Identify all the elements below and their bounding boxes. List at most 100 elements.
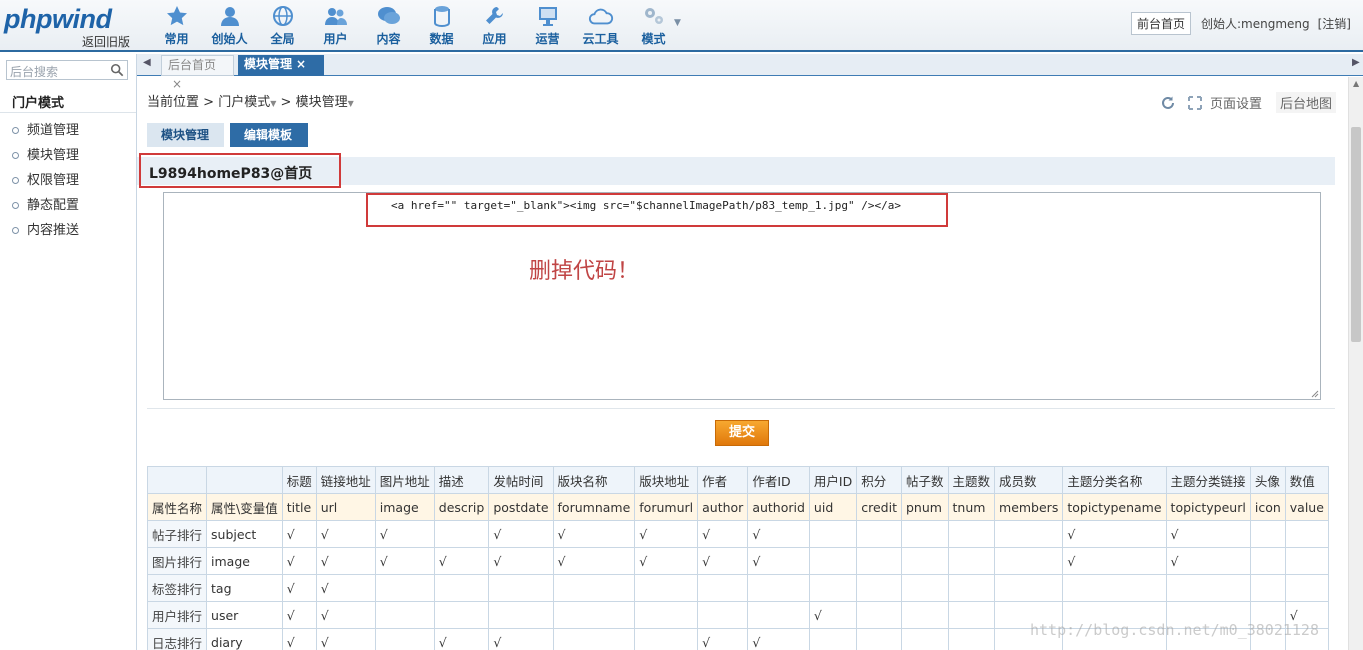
- table-cell: 积分: [856, 466, 902, 494]
- page-settings-link[interactable]: 页面设置: [1210, 93, 1262, 112]
- creator-label: 创始人:mengmeng: [1200, 17, 1310, 31]
- logout-link[interactable]: [注销]: [1318, 15, 1351, 32]
- table-cell: [808, 574, 858, 602]
- refresh-icon[interactable]: [1160, 95, 1176, 111]
- resize-handle-icon[interactable]: [1311, 390, 1319, 398]
- tab-scroll-right-icon[interactable]: ▶: [1352, 57, 1360, 68]
- table-cell: 头像: [1249, 466, 1286, 494]
- close-icon[interactable]: ×: [296, 57, 306, 71]
- scroll-thumb[interactable]: [1351, 127, 1361, 342]
- sidebar-menu: 频道管理 模块管理 权限管理 静态配置 内容推送: [12, 118, 79, 243]
- sidebar-item-module[interactable]: 模块管理: [12, 143, 79, 168]
- table-cell: √: [315, 547, 376, 575]
- table-cell: [947, 520, 996, 548]
- table-cell: √: [281, 547, 317, 575]
- table-cell: postdate: [488, 493, 554, 521]
- sidebar-item-permission[interactable]: 权限管理: [12, 168, 79, 193]
- nav-label: 运营: [535, 32, 560, 46]
- phpwind-logo[interactable]: phpwind: [4, 4, 112, 35]
- table-cell: subject: [206, 520, 283, 548]
- table-cell: 标题: [281, 466, 317, 494]
- table-cell: √: [433, 547, 490, 575]
- table-cell: [1284, 574, 1329, 602]
- sidebar-search-input[interactable]: 后台搜索: [6, 60, 128, 80]
- nav-operations[interactable]: 运营: [521, 2, 574, 48]
- table-cell: [900, 601, 949, 629]
- nav-data[interactable]: 数据: [415, 2, 468, 48]
- nav-apps[interactable]: 应用: [468, 2, 521, 48]
- nav-cloud-tools[interactable]: 云工具: [574, 2, 627, 48]
- nav-label: 应用: [482, 32, 507, 46]
- table-cell: √: [552, 547, 636, 575]
- nav-global[interactable]: 全局: [256, 2, 309, 48]
- sidebar-item-channel[interactable]: 频道管理: [12, 118, 79, 143]
- table-cell: [433, 574, 490, 602]
- table-cell: 成员数: [994, 466, 1064, 494]
- table-cell: 日志排行: [146, 628, 208, 650]
- bullet-icon: [12, 177, 19, 184]
- sidebar-item-static[interactable]: 静态配置: [12, 193, 79, 218]
- tab-scroll-left-icon[interactable]: ◀: [143, 57, 151, 68]
- table-cell: [1249, 547, 1286, 575]
- subtab-module-manage[interactable]: 模块管理: [147, 123, 224, 147]
- nav-users[interactable]: 用户: [309, 2, 362, 48]
- subtab-edit-template[interactable]: 编辑模板: [230, 123, 308, 147]
- table-cell: [146, 466, 208, 494]
- nav-more-caret-icon[interactable]: ▼: [674, 18, 681, 28]
- nav-label: 用户: [323, 32, 348, 46]
- table-cell: [1165, 574, 1251, 602]
- table-cell: credit: [856, 493, 902, 521]
- search-icon[interactable]: [110, 63, 124, 77]
- submit-button[interactable]: 提交: [715, 420, 769, 446]
- table-cell: [947, 601, 996, 629]
- fullscreen-icon[interactable]: [1187, 95, 1202, 110]
- crumb-sep: >: [203, 95, 215, 110]
- crumb-portal[interactable]: 门户模式: [218, 95, 270, 110]
- nav-label: 内容: [376, 32, 401, 46]
- sidebar-item-push[interactable]: 内容推送: [12, 218, 79, 243]
- table-cell: 数值: [1284, 466, 1329, 494]
- scroll-up-icon[interactable]: ▲: [1353, 79, 1359, 88]
- chevron-down-icon[interactable]: ▼: [348, 99, 354, 108]
- table-cell: [206, 466, 283, 494]
- front-home-button[interactable]: 前台首页: [1130, 12, 1191, 35]
- table-cell: tag: [206, 574, 283, 602]
- nav-mode[interactable]: 模式: [627, 2, 680, 48]
- table-row: 属性名称 属性\变量值 title url image descrip postdate fo…: [146, 493, 1329, 521]
- table-cell: [552, 628, 636, 650]
- table-row: 标题 链接地址 图片地址 描述 发帖时间 版块名称 版块地址 作者 作者ID 用户ID 积分 帖子数主…: [146, 466, 1329, 494]
- table-row: 帖子排行 subject √ √ √ √ √ √ √ √ √ √: [146, 520, 1329, 548]
- vertical-scrollbar[interactable]: ▲: [1348, 77, 1363, 650]
- tab-module-manage[interactable]: 模块管理 ×: [238, 55, 324, 76]
- main-content: 当前位置 > 门户模式▼ > 模块管理▼ 页面设置 后台地图 模块管理 编辑模板…: [137, 77, 1348, 650]
- admin-map-link[interactable]: 后台地图: [1275, 92, 1336, 113]
- table-row: 标签排行 tag √ √: [146, 574, 1329, 602]
- chevron-down-icon[interactable]: ▼: [270, 99, 276, 108]
- table-cell: 主题数: [947, 466, 996, 494]
- table-cell: 用户排行: [146, 601, 208, 629]
- search-placeholder: 后台搜索: [10, 65, 59, 79]
- chat-icon: [377, 7, 400, 24]
- crumb-module[interactable]: 模块管理: [296, 95, 348, 110]
- table-cell: descrip: [433, 493, 490, 521]
- nav-content[interactable]: 内容: [362, 2, 415, 48]
- table-cell: [947, 574, 996, 602]
- monitor-icon: [538, 7, 557, 26]
- table-cell: [1249, 574, 1286, 602]
- table-cell: [374, 601, 435, 629]
- template-editor[interactable]: <a href="" target="_blank"><img src="$ch…: [163, 192, 1321, 400]
- nav-founder[interactable]: 创始人: [203, 2, 256, 48]
- table-cell: √: [808, 601, 858, 629]
- bullet-icon: [12, 152, 19, 159]
- table-cell: √: [281, 601, 317, 629]
- old-version-link[interactable]: 返回旧版: [82, 33, 130, 50]
- table-cell: 帖子数: [900, 466, 949, 494]
- tab-admin-home[interactable]: 后台首页×: [161, 55, 234, 91]
- sidebar-item-label: 权限管理: [27, 173, 80, 188]
- database-icon: [433, 6, 450, 28]
- nav-common[interactable]: 常用: [150, 2, 203, 48]
- users-icon: [324, 8, 347, 25]
- table-cell: [697, 574, 749, 602]
- table-cell: image: [374, 493, 435, 521]
- table-cell: 版块地址: [634, 466, 699, 494]
